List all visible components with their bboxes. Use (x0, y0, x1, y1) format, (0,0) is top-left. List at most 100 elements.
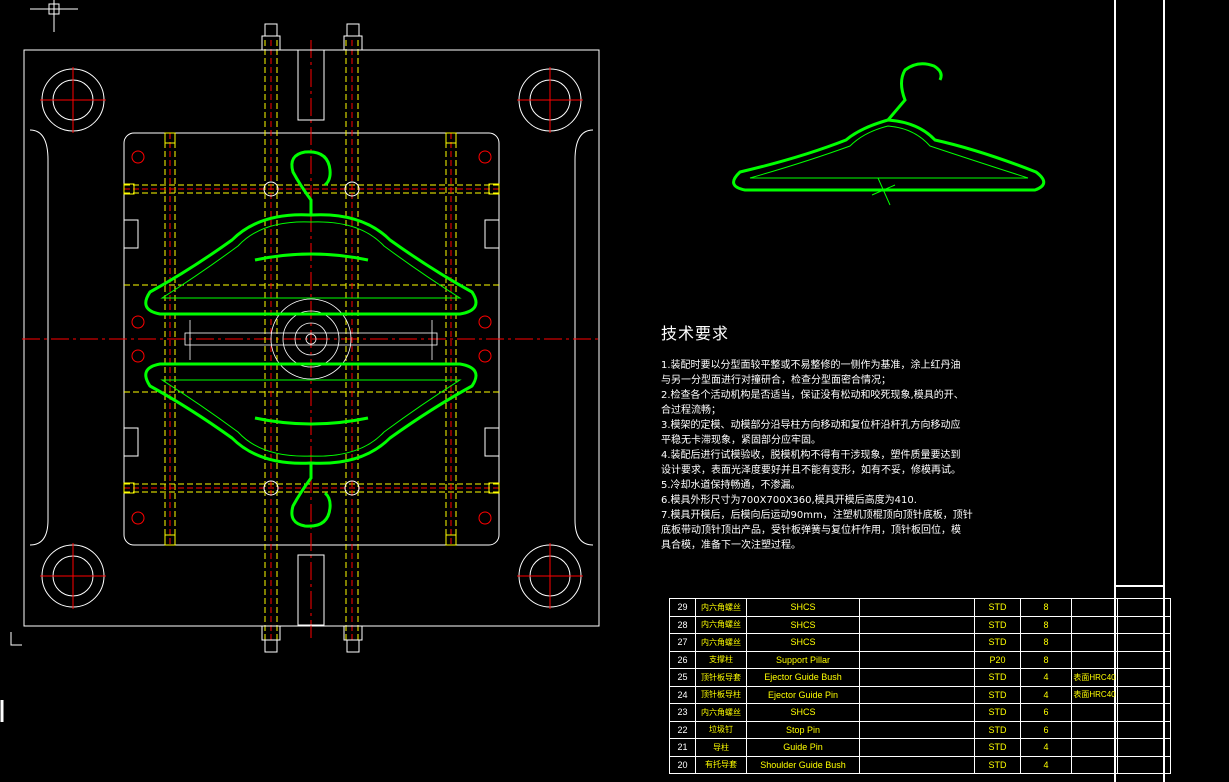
tech-line: 2.检查各个活动机构是否适当，保证没有松动和咬死现象,模具的开、 (661, 390, 964, 401)
bom-cell-qty: 8 (1020, 633, 1072, 652)
bom-cell-blank (1117, 703, 1171, 722)
bom-cell-blank (1117, 685, 1171, 704)
tech-line: 4.装配后进行试模验收，脱模机构不得有干涉现象，塑件质量要达到 (661, 450, 961, 461)
bom-row: 24 顶针板导柱 Ejector Guide Pin STD 4 表面HRC40 (669, 685, 1171, 704)
bom-cell-blank (859, 633, 975, 652)
bom-cell-no: 21 (669, 738, 696, 757)
bom-cell-blank (1117, 668, 1171, 687)
bom-cell-no: 25 (669, 668, 696, 687)
bom-cell-blank (1117, 615, 1171, 634)
bom-cell-en: Ejector Guide Bush (746, 668, 860, 687)
bom-cell-cn: 内六角螺丝 (695, 615, 747, 634)
bom-cell-note (1071, 650, 1118, 669)
bom-row: 22 垃圾钉 Stop Pin STD 6 (669, 720, 1171, 739)
bom-cell-en: Ejector Guide Pin (746, 685, 860, 704)
bom-cell-blank (859, 668, 975, 687)
bom-cell-cn: 顶针板导套 (695, 668, 747, 687)
bom-cell-blank (859, 598, 975, 617)
bom-cell-no: 27 (669, 633, 696, 652)
bom-cell-mat: P20 (974, 650, 1021, 669)
bom-cell-mat: STD (974, 615, 1021, 634)
bom-cell-note: 表面HRC40 (1071, 685, 1118, 704)
cursor-crosshair-icon (30, 0, 78, 32)
bom-cell-cn: 导柱 (695, 738, 747, 757)
bom-cell-mat: STD (974, 720, 1021, 739)
bom-cell-blank (1117, 598, 1171, 617)
bom-cell-note (1071, 738, 1118, 757)
tech-line: 设计要求，表面光泽度要好并且不能有变形，如有不妥，修模再试。 (661, 465, 961, 476)
bom-cell-no: 28 (669, 615, 696, 634)
tech-line: 6.模具外形尺寸为700X700X360,模具开模后高度为410. (661, 495, 917, 506)
bom-cell-qty: 4 (1020, 685, 1072, 704)
bom-cell-mat: STD (974, 598, 1021, 617)
bom-cell-en: SHCS (746, 703, 860, 722)
bom-row: 23 内六角螺丝 SHCS STD 6 (669, 703, 1171, 722)
bom-row: 26 支撑柱 Support Pillar P20 8 (669, 650, 1171, 669)
bom-cell-qty: 8 (1020, 650, 1072, 669)
bom-cell-note (1071, 755, 1118, 774)
bom-cell-qty: 6 (1020, 703, 1072, 722)
bom-cell-no: 20 (669, 755, 696, 774)
bom-cell-qty: 8 (1020, 615, 1072, 634)
bom-cell-mat: STD (974, 668, 1021, 687)
tech-line: 底板带动顶针顶出产品，受针板弹簧与复位杆作用，顶针板回位，模 (661, 525, 961, 536)
mold-plan-view (22, 23, 600, 653)
bom-cell-en: SHCS (746, 598, 860, 617)
bom-cell-qty: 6 (1020, 720, 1072, 739)
technical-requirements: 技术要求 1.装配时要以分型面较平整或不易整修的一侧作为基准，涂上红丹油 与另一… (661, 320, 1041, 553)
bom-cell-cn: 垃圾钉 (695, 720, 747, 739)
tech-line: 合过程流畅； (661, 405, 721, 416)
bom-row: 29 内六角螺丝 SHCS STD 8 (669, 598, 1171, 617)
bom-cell-blank (859, 615, 975, 634)
tech-line: 与另一分型面进行对撞研合，检查分型面密合情况； (661, 375, 891, 386)
bom-cell-mat: STD (974, 633, 1021, 652)
bom-cell-qty: 4 (1020, 668, 1072, 687)
bom-row: 25 顶针板导套 Ejector Guide Bush STD 4 表面HRC40 (669, 668, 1171, 687)
bom-cell-mat: STD (974, 703, 1021, 722)
bom-cell-note (1071, 615, 1118, 634)
bom-cell-blank (859, 685, 975, 704)
tech-line: 7.模具开模后，后模向后运动90mm，注塑机顶棍顶向顶针底板，顶针 (661, 510, 973, 521)
bom-cell-en: Support Pillar (746, 650, 860, 669)
bom-cell-en: Guide Pin (746, 738, 860, 757)
bom-cell-cn: 内六角螺丝 (695, 598, 747, 617)
bom-cell-note (1071, 598, 1118, 617)
bom-cell-cn: 顶针板导柱 (695, 685, 747, 704)
tech-line: 5.冷却水道保持畅通，不渗漏。 (661, 480, 801, 491)
bom-cell-blank (859, 738, 975, 757)
bom-cell-en: Shoulder Guide Bush (746, 755, 860, 774)
bom-cell-mat: STD (974, 755, 1021, 774)
bom-cell-blank (1117, 633, 1171, 652)
bom-cell-qty: 4 (1020, 738, 1072, 757)
bom-row: 27 内六角螺丝 SHCS STD 8 (669, 633, 1171, 652)
bom-cell-blank (1117, 720, 1171, 739)
bom-row: 28 内六角螺丝 SHCS STD 8 (669, 615, 1171, 634)
bom-cell-blank (1117, 738, 1171, 757)
bom-cell-blank (859, 650, 975, 669)
ucs-icon (0, 632, 22, 722)
bom-cell-en: SHCS (746, 615, 860, 634)
bom-cell-en: Stop Pin (746, 720, 860, 739)
bom-cell-blank (859, 755, 975, 774)
tech-line: 3.模架的定模、动模部分沿导柱方向移动和复位杆沿杆孔方向移动应 (661, 420, 961, 431)
bom-cell-blank (1117, 650, 1171, 669)
bom-cell-blank (1117, 755, 1171, 774)
bom-cell-cn: 支撑柱 (695, 650, 747, 669)
tech-line: 1.装配时要以分型面较平整或不易整修的一侧作为基准，涂上红丹油 (661, 360, 961, 371)
bom-cell-qty: 4 (1020, 755, 1072, 774)
bom-cell-no: 22 (669, 720, 696, 739)
bom-row: 20 有托导套 Shoulder Guide Bush STD 4 (669, 755, 1171, 774)
bom-cell-no: 29 (669, 598, 696, 617)
tech-line: 平稳无卡滞现象，紧固部分应牢固。 (661, 435, 821, 446)
bom-cell-no: 26 (669, 650, 696, 669)
bom-row: 21 导柱 Guide Pin STD 4 (669, 738, 1171, 757)
bom-cell-cn: 内六角螺丝 (695, 703, 747, 722)
bom-cell-note (1071, 720, 1118, 739)
bom-cell-note (1071, 633, 1118, 652)
bom-cell-mat: STD (974, 685, 1021, 704)
bom-cell-cn: 内六角螺丝 (695, 633, 747, 652)
hanger-product-view (732, 62, 1046, 206)
bom-cell-no: 24 (669, 685, 696, 704)
bill-of-materials: 29 内六角螺丝 SHCS STD 8 28 内六角螺丝 SHCS STD 8 27 内六角螺丝 SHC… (669, 598, 1171, 774)
bom-cell-no: 23 (669, 703, 696, 722)
